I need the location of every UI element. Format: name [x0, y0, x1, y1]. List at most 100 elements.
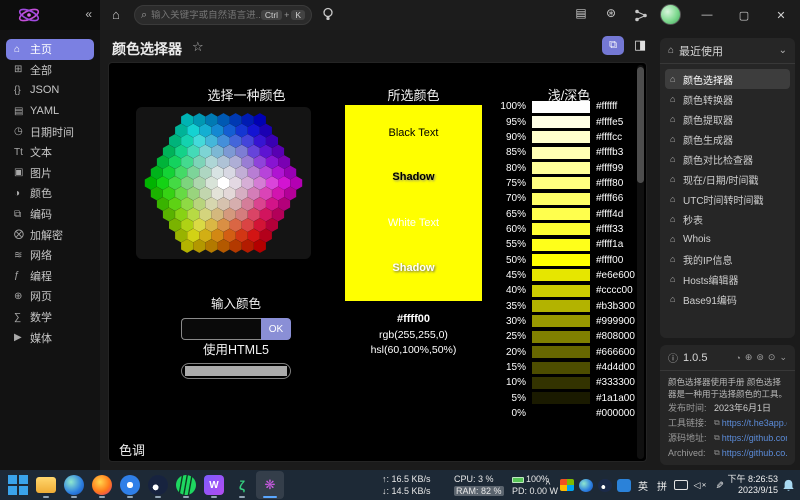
recent-item-秒表[interactable]: ⌂秒表: [665, 209, 790, 229]
window-close-button[interactable]: ✕: [764, 0, 798, 30]
shade-swatch[interactable]: [532, 254, 590, 266]
recent-item-Whois[interactable]: ⌂Whois: [665, 229, 790, 249]
search-input[interactable]: [151, 10, 261, 21]
recent-item-颜色提取器[interactable]: ⌂颜色提取器: [665, 109, 790, 129]
shade-swatch[interactable]: [532, 193, 590, 205]
sidebar-item-网络[interactable]: ≋网络: [6, 245, 94, 266]
shade-swatch[interactable]: [532, 346, 590, 358]
panel-toggle-icon[interactable]: ◨: [634, 37, 646, 53]
taskbar-app-he3[interactable]: ❋: [256, 471, 284, 499]
global-search[interactable]: ⌕ Ctrl + K: [134, 5, 312, 25]
shade-swatch[interactable]: [532, 223, 590, 235]
recent-item-UTC时间转时间戳[interactable]: ⌂UTC时间转时间戳: [665, 189, 790, 209]
info-row-link[interactable]: https://t.he3app.co...: [722, 418, 787, 428]
tray-steam-small-icon[interactable]: [598, 479, 612, 492]
sidebar-item-图片[interactable]: ▣图片: [6, 163, 94, 184]
globe-icon[interactable]: ⊕: [745, 352, 753, 363]
home-icon[interactable]: ⌂: [112, 7, 120, 22]
tray-pen-icon[interactable]: ✎: [711, 478, 727, 492]
taskbar-app-edge[interactable]: [60, 471, 88, 499]
taskbar-app-wallpaper[interactable]: W: [200, 471, 228, 499]
shade-swatch[interactable]: [532, 362, 590, 374]
tray-expand-icon[interactable]: ^: [541, 477, 555, 493]
tray-ms365-icon[interactable]: [560, 479, 574, 491]
sidebar-collapse-icon[interactable]: «: [85, 7, 92, 21]
palette-icon[interactable]: ◔: [735, 353, 740, 363]
taskbar-app-steam[interactable]: [144, 471, 172, 499]
shade-swatch[interactable]: [532, 208, 590, 220]
shade-swatch[interactable]: [532, 147, 590, 159]
browser-icon[interactable]: ⊛: [602, 6, 620, 20]
taskbar-app-firefox[interactable]: [88, 471, 116, 499]
shade-swatch[interactable]: [532, 408, 590, 420]
sidebar-item-日期时间[interactable]: ◷日期时间: [6, 121, 94, 142]
shade-swatch[interactable]: [532, 101, 590, 113]
tray-edge-small-icon[interactable]: [579, 479, 593, 492]
hex-color-wheel-svg[interactable]: [136, 107, 311, 259]
sidebar-item-JSON[interactable]: {}JSON: [6, 80, 94, 101]
sidebar-item-加解密[interactable]: ⨂加解密: [6, 224, 94, 245]
shade-swatch[interactable]: [532, 331, 590, 343]
window-restore-button[interactable]: ▢: [727, 0, 761, 30]
favorite-star-icon[interactable]: ☆: [192, 39, 204, 55]
sidebar-item-媒体[interactable]: ▶媒体: [6, 327, 94, 348]
taskbar-app-clash[interactable]: ζ: [228, 471, 256, 499]
sidebar-item-全部[interactable]: ⊞全部: [6, 60, 94, 81]
info-row-link[interactable]: https://github.com...: [722, 433, 787, 443]
sidebar-item-数学[interactable]: ∑数学: [6, 307, 94, 328]
sidebar-item-编程[interactable]: ƒ编程: [6, 266, 94, 287]
recent-item-颜色对比检查器[interactable]: ⌂颜色对比检查器: [665, 149, 790, 169]
recent-item-颜色转换器[interactable]: ⌂颜色转换器: [665, 89, 790, 109]
tips-bulb-icon[interactable]: [322, 7, 334, 22]
shade-swatch[interactable]: [532, 239, 590, 251]
taskbar-app-explorer[interactable]: [32, 471, 60, 499]
shade-swatch[interactable]: [532, 300, 590, 312]
sidebar-item-文本[interactable]: Tt文本: [6, 142, 94, 163]
shade-swatch[interactable]: [532, 315, 590, 327]
tray-ime-pinyin-icon[interactable]: 拼: [655, 477, 669, 493]
recent-item-现在/日期/时间戳[interactable]: ⌂现在/日期/时间戳: [665, 169, 790, 189]
hex-color-wheel[interactable]: [136, 107, 311, 259]
ok-button[interactable]: OK: [261, 318, 291, 340]
window-minimize-button[interactable]: —: [690, 0, 724, 30]
info-row-link[interactable]: https://github.co...: [722, 448, 787, 458]
color-input-field[interactable]: [181, 318, 261, 340]
tray-ime-en-icon[interactable]: 英: [636, 477, 650, 493]
shade-swatch[interactable]: [532, 116, 590, 128]
chevron-down-icon[interactable]: ⌄: [779, 352, 787, 363]
sidebar-item-颜色[interactable]: ◑颜色: [6, 183, 94, 204]
html5-color-input[interactable]: [181, 363, 291, 379]
shade-swatch[interactable]: [532, 269, 590, 281]
sidebar-item-YAML[interactable]: ▤YAML: [6, 101, 94, 122]
panel-scrollbar-thumb[interactable]: [637, 67, 644, 183]
shade-swatch[interactable]: [532, 285, 590, 297]
sidebar-item-主页[interactable]: ⌂主页: [6, 39, 94, 60]
recent-used-header[interactable]: ⌂ 最近使用 ⌄: [660, 38, 795, 64]
recent-item-颜色选择器[interactable]: ⌂颜色选择器: [665, 69, 790, 89]
user-avatar[interactable]: [660, 4, 681, 25]
tray-mute-icon[interactable]: [693, 477, 707, 493]
shade-swatch[interactable]: [532, 162, 590, 174]
tool-info-header[interactable]: ⓘ 1.0.5 ◔ ⊕ ⊚ ⊙ ⌄: [660, 345, 795, 371]
taskbar-clock[interactable]: 下午 8:26:53 2023/9/15: [727, 474, 778, 496]
shade-swatch[interactable]: [532, 177, 590, 189]
sidebar-item-编码[interactable]: ⧉编码: [6, 204, 94, 225]
notification-bell-icon[interactable]: [782, 479, 795, 492]
recent-item-Hosts编辑器[interactable]: ⌂Hosts编辑器: [665, 269, 790, 289]
shade-swatch[interactable]: [532, 392, 590, 404]
recent-item-我的IP信息[interactable]: ⌂我的IP信息: [665, 249, 790, 269]
taskbar-app-petal[interactable]: [116, 471, 144, 499]
changelog-icon[interactable]: ▤: [572, 6, 590, 20]
share-icon[interactable]: [632, 9, 650, 22]
shade-swatch[interactable]: [532, 131, 590, 143]
github-icon[interactable]: ⊚: [756, 352, 764, 363]
recent-item-颜色生成器[interactable]: ⌂颜色生成器: [665, 129, 790, 149]
taskbar-app-start[interactable]: [4, 471, 32, 499]
tray-cast-icon[interactable]: [674, 480, 688, 490]
sidebar-item-网页[interactable]: ⊕网页: [6, 286, 94, 307]
recent-item-Base91编码[interactable]: ⌂Base91编码: [665, 289, 790, 309]
tray-bluebox-icon[interactable]: [617, 479, 631, 492]
taskbar-app-spotify[interactable]: [172, 471, 200, 499]
check-icon[interactable]: ⊙: [768, 352, 776, 363]
copy-tool-button[interactable]: ⧉: [602, 36, 624, 55]
